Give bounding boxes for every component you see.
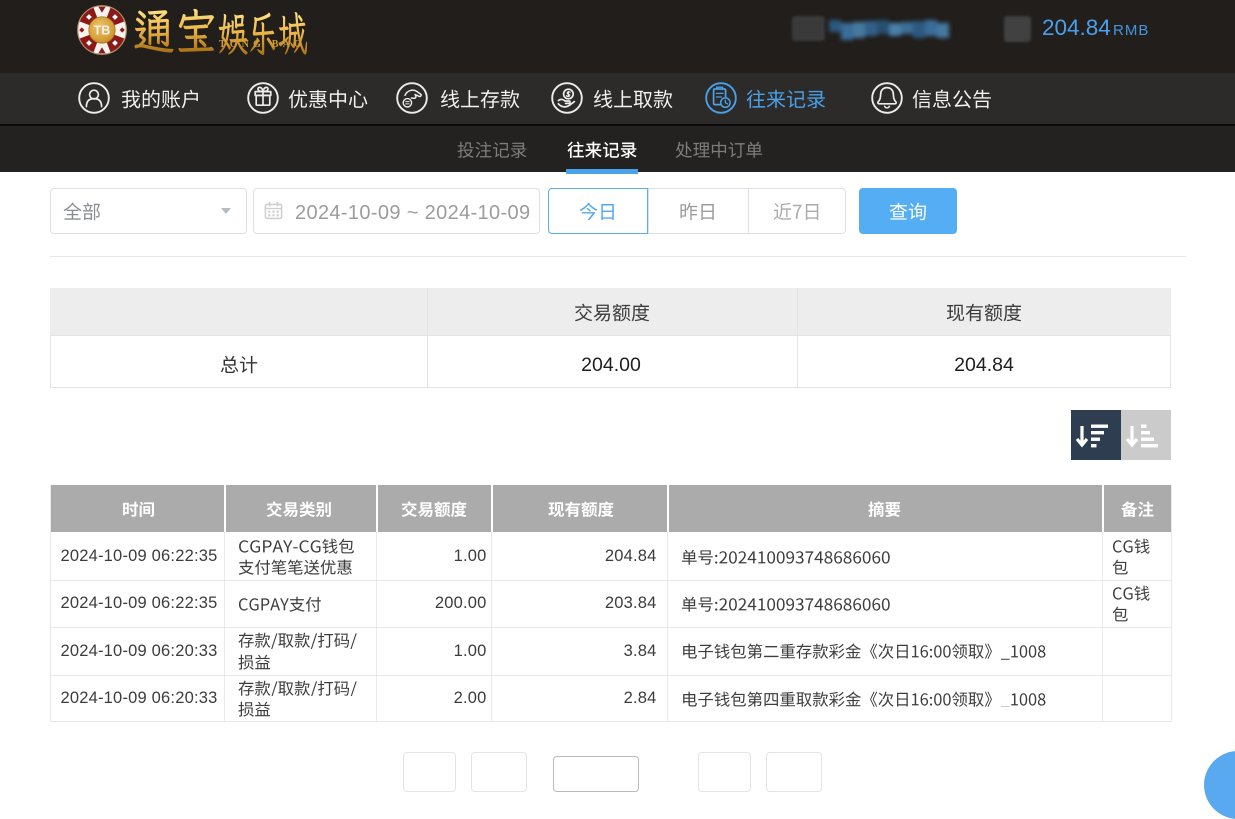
svg-text:TB: TB — [94, 24, 111, 38]
